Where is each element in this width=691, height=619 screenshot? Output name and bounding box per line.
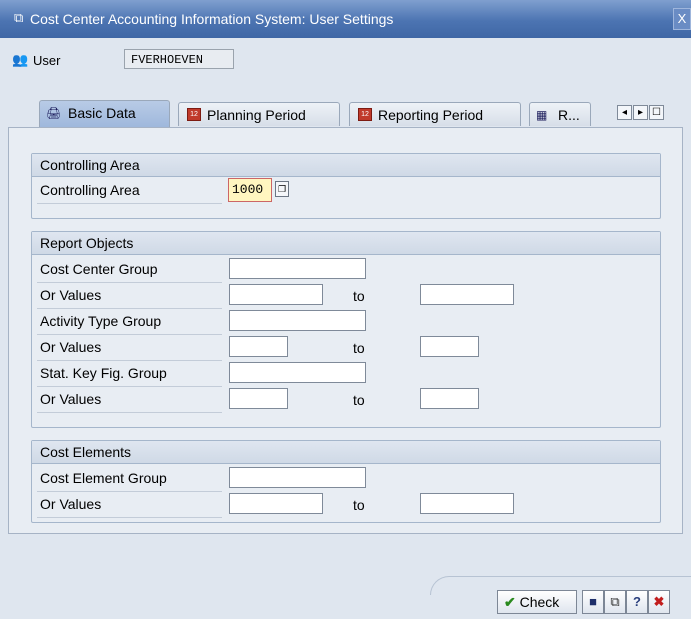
save-icon: ■ [589,594,597,609]
cost-element-to-input[interactable] [420,493,514,514]
tab-list-button[interactable]: ☐ [649,105,664,120]
stat-key-fig-group-label: Stat. Key Fig. Group [40,365,167,381]
report-icon: ▦ [536,108,548,122]
stat-key-fig-from-input[interactable] [229,388,288,409]
to-label: to [353,288,365,304]
cost-element-group-label: Cost Element Group [40,470,167,486]
group-heading: Report Objects [32,232,660,255]
tab-scroll-right-button[interactable]: ▸ [633,105,648,120]
tab-label: R... [558,107,580,123]
cost-center-from-input[interactable] [229,284,323,305]
activity-type-from-input[interactable] [229,336,288,357]
activity-type-group-input[interactable] [229,310,366,331]
stat-key-fig-group-input[interactable] [229,362,366,383]
stat-key-fig-to-input[interactable] [420,388,479,409]
tab-report[interactable]: ▦ R... [529,102,591,126]
cancel-icon: ✖ [653,594,665,609]
tab-label: Basic Data [68,105,136,121]
controlling-area-label: Controlling Area [40,182,140,198]
to-label: to [353,392,365,408]
basic-data-icon: 🖨 [46,106,62,120]
calendar-icon: 12 [358,108,372,121]
divider [37,517,222,518]
cost-center-group-input[interactable] [229,258,366,279]
divider [37,360,222,361]
copy-icon[interactable]: ❐ [275,181,289,197]
tab-label: Reporting Period [378,107,484,123]
divider [37,412,222,413]
activity-type-group-label: Activity Type Group [40,313,162,329]
user-row: 👥 User FVERHOEVEN [0,44,691,78]
divider [37,203,222,204]
or-values-label: Or Values [40,496,102,512]
tab-scroll-left-button[interactable]: ◂ [617,105,632,120]
title-bar: ⧉ Cost Center Accounting Information Sys… [0,0,691,38]
divider [37,308,222,309]
divider [37,282,222,283]
copy-settings-button[interactable]: ⧉ [604,590,626,614]
tab-label: Planning Period [207,107,306,123]
check-button[interactable]: ✔ Check [497,590,577,614]
or-values-label: Or Values [40,391,102,407]
divider [37,334,222,335]
window-icon: ⧉ [14,10,24,25]
tab-strip: 🖨 Basic Data 12 Planning Period 12 Repor… [0,98,691,128]
checkmark-icon: ✔ [504,594,516,610]
tab-reporting-period[interactable]: 12 Reporting Period [349,102,521,126]
tab-planning-period[interactable]: 12 Planning Period [178,102,340,126]
dialog-window: ⧉ Cost Center Accounting Information Sys… [0,0,691,619]
cost-element-from-input[interactable] [229,493,323,514]
controlling-area-input[interactable]: 1000 [228,178,272,202]
activity-type-to-input[interactable] [420,336,479,357]
cost-center-to-input[interactable] [420,284,514,305]
cost-element-group-input[interactable] [229,467,366,488]
to-label: to [353,340,365,356]
calendar-icon: 12 [187,108,201,121]
help-icon: ? [633,594,641,609]
tab-basic-data[interactable]: 🖨 Basic Data [39,100,170,127]
user-value-field: FVERHOEVEN [124,49,234,69]
to-label: to [353,497,365,513]
copy-icon: ⧉ [610,594,620,609]
divider [37,491,222,492]
close-button[interactable]: X [673,8,691,30]
cost-center-group-label: Cost Center Group [40,261,158,277]
save-button[interactable]: ■ [582,590,604,614]
window-title: Cost Center Accounting Information Syste… [30,11,394,27]
cancel-button[interactable]: ✖ [648,590,670,614]
help-button[interactable]: ? [626,590,648,614]
or-values-label: Or Values [40,339,102,355]
check-button-label: Check [519,594,560,610]
user-icon: 👥 [12,52,29,67]
divider [37,386,222,387]
user-label: User [33,53,61,68]
or-values-label: Or Values [40,287,102,303]
group-heading: Cost Elements [32,441,660,464]
group-heading: Controlling Area [32,154,660,177]
